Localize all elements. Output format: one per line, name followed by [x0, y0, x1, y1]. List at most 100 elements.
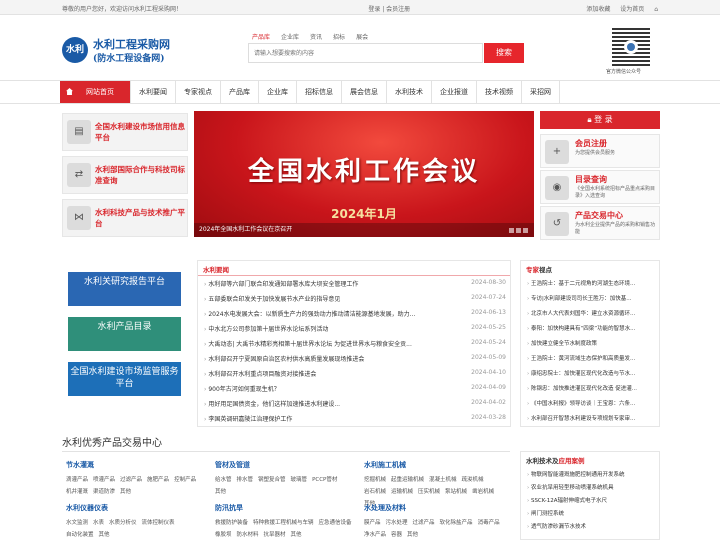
- expert-row[interactable]: 陈钢忠：加快推进灌区现代化改造 促进灌...: [527, 384, 655, 395]
- category-item[interactable]: 挖掘机械: [364, 477, 386, 483]
- nav-item[interactable]: 展会信息: [342, 81, 387, 103]
- nav-item[interactable]: 招标信息: [297, 81, 342, 103]
- category-item[interactable]: 运输机械: [391, 489, 413, 495]
- banner-carousel[interactable]: 全国水利工作会议 2024年1月 2024年全国水利工作会议在京召开: [194, 111, 534, 237]
- login-register-link[interactable]: 登录 | 会员注册: [368, 4, 410, 13]
- case-row[interactable]: 农业抗旱用轻型移动喷灌系统机具: [527, 483, 655, 494]
- nav-item[interactable]: 企业报道: [432, 81, 477, 103]
- promo-banner-1[interactable]: 水利关研究报告平台: [68, 272, 181, 306]
- left-link-1[interactable]: ▤ 全国水利建设市场信用信息平台: [62, 113, 188, 151]
- news-title[interactable]: 900年古河如何重现生机？: [204, 384, 440, 393]
- category-item[interactable]: 其他: [120, 489, 131, 495]
- news-title[interactable]: 水利部等六部门联合印发通知部署水库大坝安全管理工作: [204, 279, 440, 288]
- news-title[interactable]: 水利部召开水利重点项目融资对接推进会: [204, 369, 440, 378]
- category-item[interactable]: 防水材料: [237, 532, 259, 538]
- home-icon[interactable]: ⌂: [654, 6, 658, 13]
- news-row[interactable]: 用好用足国债资金，他们这样加速推进水利建设... 2024-04-02: [204, 399, 506, 410]
- left-link-2[interactable]: ⇄ 水利部国际合作与科技司标准查询: [62, 156, 188, 194]
- news-row[interactable]: 水利部等六部门联合印发通知部署水库大坝安全管理工作 2024-08-30: [204, 279, 506, 290]
- nav-item[interactable]: 水利技术: [387, 81, 432, 103]
- promo-banner-2[interactable]: 水利产品目录: [68, 317, 181, 351]
- nav-home[interactable]: 网站首页: [60, 81, 131, 103]
- cases-heading[interactable]: 水利技术及应用案例: [526, 455, 585, 465]
- category-item[interactable]: 膜产品: [364, 520, 381, 526]
- login-button[interactable]: 🔒︎ 登 录: [540, 111, 660, 129]
- category-item[interactable]: 软化除盐产品: [440, 520, 473, 526]
- case-row[interactable]: 物联网智能灌溉施肥控制通用开发系统: [527, 470, 655, 481]
- expert-row[interactable]: 康绍忠院士：加快灌区现代化改造与节水...: [527, 369, 655, 380]
- category-heading[interactable]: 节水灌溉: [66, 460, 208, 470]
- category-item[interactable]: 其他: [291, 532, 302, 538]
- news-title[interactable]: 2024水电发展大会：以新质生产力的强劲动力推动清洁能源基地发展，助力...: [204, 309, 440, 318]
- news-row[interactable]: 五部委联合印发关于加快发展节水产业的指导意见 2024-07-24: [204, 294, 506, 305]
- category-item[interactable]: 容器: [391, 532, 402, 538]
- category-item[interactable]: 玻璃管: [291, 477, 308, 483]
- news-title[interactable]: 五部委联合印发关于加快发展节水产业的指导意见: [204, 294, 440, 303]
- nav-item[interactable]: 水利要闻: [131, 81, 176, 103]
- search-tab[interactable]: 企业库: [281, 34, 299, 41]
- news-heading[interactable]: 水利要闻: [203, 264, 229, 274]
- category-item[interactable]: 橡胶坝: [215, 532, 232, 538]
- search-tab[interactable]: 资讯: [310, 34, 322, 41]
- category-heading[interactable]: 水利施工机械: [364, 460, 506, 470]
- case-row[interactable]: 闸门测控系统: [527, 509, 655, 520]
- category-item[interactable]: 自动化装置: [66, 532, 94, 538]
- case-row[interactable]: SSCK-12A辐射伸缩式电子水尺: [527, 496, 655, 507]
- expert-row[interactable]: 泰阳：加快构建具有“四梁”功能的智慧水...: [527, 324, 655, 335]
- category-item[interactable]: 其他: [99, 532, 110, 538]
- expert-row[interactable]: 水利部召开智慧水利建设专项规划专家审...: [527, 414, 655, 425]
- search-button[interactable]: 搜索: [484, 43, 524, 63]
- category-item[interactable]: 特种救援工程机械与车辆: [253, 520, 314, 526]
- category-item[interactable]: 施肥产品: [147, 477, 169, 483]
- nav-item[interactable]: 采招网: [522, 81, 560, 103]
- promo-banner-3[interactable]: 全国水利建设市场监管服务平台: [68, 362, 181, 396]
- category-heading[interactable]: 水利仪器仪表: [66, 503, 208, 513]
- news-row[interactable]: 李国英调研嘉陵江治理保护工作 2024-03-28: [204, 414, 506, 425]
- category-item[interactable]: 水质分析仪: [109, 520, 137, 526]
- category-item[interactable]: 其他: [215, 489, 226, 495]
- category-item[interactable]: 疏浚机械: [462, 477, 484, 483]
- news-row[interactable]: 大禹动态| 大禹节水精彩亮相第十届世界水论坛 为促进世界水与粮食安全贡... 20…: [204, 339, 506, 350]
- category-item[interactable]: 消毒产品: [478, 520, 500, 526]
- search-input[interactable]: [249, 44, 482, 62]
- category-item[interactable]: 控制产品: [174, 477, 196, 483]
- category-item[interactable]: 给水管: [215, 477, 232, 483]
- carousel-dot[interactable]: [509, 228, 514, 233]
- category-item[interactable]: 污水处理: [386, 520, 408, 526]
- category-item[interactable]: 岩石机械: [364, 489, 386, 495]
- category-heading[interactable]: 防汛抗旱: [215, 503, 357, 513]
- news-row[interactable]: 900年古河如何重现生机？ 2024-04-09: [204, 384, 506, 395]
- category-item[interactable]: 喷灌产品: [93, 477, 115, 483]
- category-item[interactable]: 机井灌溉: [66, 489, 88, 495]
- category-item[interactable]: 过滤产品: [120, 477, 142, 483]
- category-item[interactable]: 钢塑复合管: [258, 477, 286, 483]
- news-title[interactable]: 中水北方公司参加第十届世界水论坛系列活动: [204, 324, 440, 333]
- category-item[interactable]: 抗旱器材: [264, 532, 286, 538]
- category-item[interactable]: 应急通信设备: [319, 520, 352, 526]
- carousel-dot[interactable]: [516, 228, 521, 233]
- category-item[interactable]: 救援防护装备: [215, 520, 248, 526]
- news-row[interactable]: 水利部召开宁夏固原自治区农村供水高质量发展现场推进会 2024-05-09: [204, 354, 506, 365]
- banner-caption[interactable]: 2024年全国水利工作会议在京召开: [194, 223, 534, 237]
- category-item[interactable]: 流体控制仪表: [142, 520, 175, 526]
- news-title[interactable]: 用好用足国债资金，他们这样加速推进水利建设...: [204, 399, 440, 408]
- category-heading[interactable]: 水处理及材料: [364, 503, 506, 513]
- news-title[interactable]: 大禹动态| 大禹节水精彩亮相第十届世界水论坛 为促进世界水与粮食安全贡...: [204, 339, 440, 348]
- news-row[interactable]: 2024水电发展大会：以新质生产力的强劲动力推动清洁能源基地发展，助力... 20…: [204, 309, 506, 320]
- expert-row[interactable]: 加快建立健全节水制度政策: [527, 339, 655, 350]
- category-item[interactable]: 渠道防渗: [93, 489, 115, 495]
- category-item[interactable]: 混凝土机械: [429, 477, 457, 483]
- news-title[interactable]: 水利部召开宁夏固原自治区农村供水高质量发展现场推进会: [204, 354, 440, 363]
- category-item[interactable]: 其他: [407, 532, 418, 538]
- news-row[interactable]: 中水北方公司参加第十届世界水论坛系列活动 2024-05-25: [204, 324, 506, 335]
- left-link-3[interactable]: ⋈ 水利科技产品与技术推广平台: [62, 199, 188, 237]
- member-box-2[interactable]: ◉ 目录查询 《全国水利系统招标产品重点采购目录》入选查询: [540, 170, 660, 204]
- category-item[interactable]: 水文监测: [66, 520, 88, 526]
- news-title[interactable]: 李国英调研嘉陵江治理保护工作: [204, 414, 440, 423]
- category-item[interactable]: 水表: [93, 520, 104, 526]
- nav-item[interactable]: 产品库: [221, 81, 259, 103]
- nav-item[interactable]: 专家视点: [176, 81, 221, 103]
- carousel-dot[interactable]: [523, 228, 528, 233]
- member-box-1[interactable]: + 会员注册 为您提供会员服务: [540, 134, 660, 168]
- news-row[interactable]: 水利部召开水利重点项目融资对接推进会 2024-04-10: [204, 369, 506, 380]
